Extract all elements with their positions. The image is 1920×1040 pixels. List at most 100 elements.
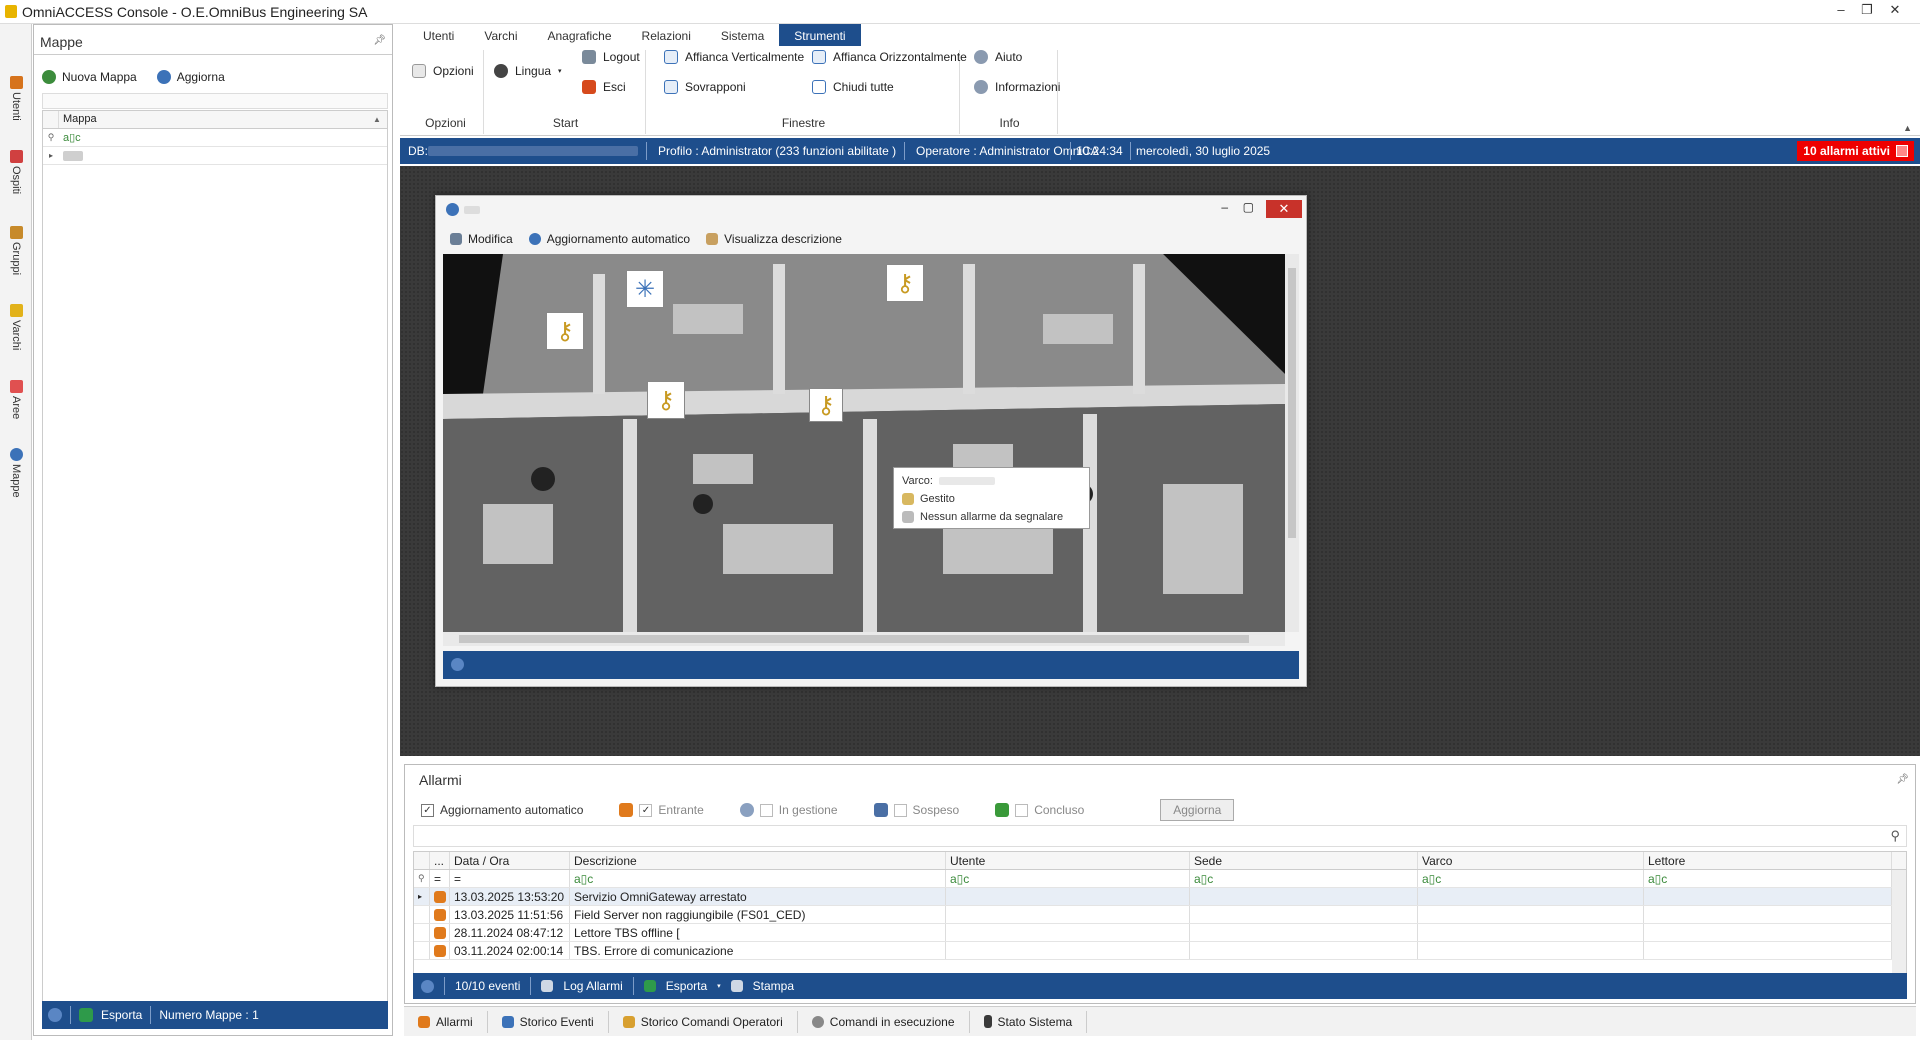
key-marker-icon[interactable]: ⚷: [647, 381, 685, 419]
window-title: OmniACCESS Console - O.E.OmniBus Enginee…: [22, 4, 368, 20]
opzioni-button[interactable]: Opzioni: [412, 64, 474, 78]
logout-button[interactable]: Logout: [582, 50, 640, 64]
filter-row: ⚲ a▯c: [43, 129, 387, 147]
tab-sistema[interactable]: Sistema: [706, 24, 779, 46]
sospeso-checkbox[interactable]: [893, 803, 907, 817]
auto-refresh-button[interactable]: Aggiornamento automatico: [528, 232, 690, 246]
expand-icon[interactable]: ▸: [43, 151, 59, 160]
print-button[interactable]: Stampa: [753, 979, 794, 993]
auto-update-checkbox[interactable]: ✓: [421, 803, 434, 817]
rail-label: Utenti: [10, 92, 22, 121]
tab-storico-comandi[interactable]: Storico Comandi Operatori: [609, 1010, 798, 1033]
floor-plan-view[interactable]: ✳ ⚷ ⚷ ⚷ ⚷: [443, 254, 1285, 632]
globe-icon: [9, 448, 23, 461]
tab-stato-sistema[interactable]: Stato Sistema: [970, 1010, 1088, 1033]
table-row[interactable]: ▸: [43, 147, 387, 165]
column-description[interactable]: Descrizione: [570, 852, 946, 869]
column-mappa[interactable]: Mappa: [59, 111, 373, 128]
rail-item-mappe[interactable]: Mappe: [4, 448, 28, 498]
in-gestione-checkbox[interactable]: [759, 803, 773, 817]
areas-icon: [9, 380, 23, 393]
sovrapponi-button[interactable]: Sovrapponi: [664, 80, 746, 94]
affianca-verticalmente-button[interactable]: Affianca Verticalmente: [664, 50, 804, 64]
aiuto-button[interactable]: Aiuto: [974, 50, 1022, 64]
group-label: Opzioni: [425, 116, 466, 130]
table-row[interactable]: 28.11.2024 08:47:12 Lettore TBS offline …: [414, 924, 1906, 942]
key-marker-icon[interactable]: ⚷: [546, 312, 584, 350]
restore-icon[interactable]: ❐: [1856, 2, 1878, 18]
tab-comandi-esecuzione[interactable]: Comandi in esecuzione: [798, 1010, 970, 1033]
esci-button[interactable]: Esci: [582, 80, 626, 94]
rail-item-varchi[interactable]: Varchi: [4, 304, 28, 350]
column-more[interactable]: ...: [430, 852, 450, 869]
filter-reader[interactable]: a▯c: [1644, 870, 1892, 887]
key-marker-icon[interactable]: ⚷: [886, 264, 924, 302]
tab-allarmi[interactable]: Allarmi: [404, 1010, 488, 1033]
export-button[interactable]: Esporta: [666, 979, 707, 993]
modifica-label: Modifica: [468, 232, 513, 246]
collapse-ribbon-icon[interactable]: ▲: [1903, 123, 1912, 133]
guests-icon: [9, 150, 23, 163]
filter-site[interactable]: a▯c: [1190, 870, 1418, 887]
rail-label: Varchi: [10, 320, 22, 351]
active-alarms-label: 10 allarmi attivi: [1803, 144, 1890, 158]
key-marker-icon[interactable]: ⚷: [809, 388, 843, 422]
minimize-icon[interactable]: ‒: [1830, 2, 1852, 17]
tab-relazioni[interactable]: Relazioni: [627, 24, 706, 46]
show-description-button[interactable]: Visualizza descrizione: [706, 232, 842, 246]
column-user[interactable]: Utente: [946, 852, 1190, 869]
filter-cell[interactable]: a▯c: [59, 131, 81, 144]
modifica-button[interactable]: Modifica: [450, 232, 513, 246]
filter-description[interactable]: a▯c: [570, 870, 946, 887]
chiudi-tutte-button[interactable]: Chiudi tutte: [812, 80, 894, 94]
incoming-icon: [619, 803, 634, 817]
reader-marker-icon[interactable]: ✳: [626, 270, 664, 308]
rail-item-ospiti[interactable]: Ospiti: [4, 150, 28, 194]
filter-more[interactable]: =: [430, 870, 450, 887]
informazioni-button[interactable]: Informazioni: [974, 80, 1060, 94]
affianca-orizzontalmente-button[interactable]: Affianca Orizzontalmente: [812, 50, 967, 64]
horizontal-scrollbar[interactable]: [443, 632, 1285, 646]
active-alarms-badge[interactable]: 10 allarmi attivi: [1797, 141, 1914, 161]
tab-varchi[interactable]: Varchi: [469, 24, 532, 46]
rail-item-gruppi[interactable]: Gruppi: [4, 226, 28, 275]
column-site[interactable]: Sede: [1190, 852, 1418, 869]
export-button[interactable]: Esporta: [101, 1008, 142, 1022]
filter-date[interactable]: =: [450, 870, 570, 887]
entrante-checkbox[interactable]: ✓: [639, 803, 653, 817]
pin-icon[interactable]: 📌︎: [1896, 774, 1909, 785]
pin-icon[interactable]: 📌︎: [373, 35, 386, 46]
window-name-blurred: [464, 206, 480, 214]
rail-item-utenti[interactable]: Utenti: [4, 76, 28, 121]
minimize-icon[interactable]: ‒: [1221, 200, 1228, 214]
log-alarms-button[interactable]: Log Allarmi: [563, 979, 622, 993]
vertical-scrollbar[interactable]: [1285, 254, 1299, 632]
tab-utenti[interactable]: Utenti: [408, 24, 469, 46]
column-gate[interactable]: Varco: [1418, 852, 1644, 869]
table-row[interactable]: ▸ 13.03.2025 13:53:20 Servizio OmniGatew…: [414, 888, 1906, 906]
tab-storico-eventi[interactable]: Storico Eventi: [488, 1010, 609, 1033]
column-date[interactable]: Data / Ora: [450, 852, 570, 869]
floor-plan-image: [443, 254, 1285, 632]
refresh-alarms-button[interactable]: Aggiorna: [1160, 799, 1235, 821]
lingua-button[interactable]: Lingua ▾: [494, 64, 562, 78]
search-icon[interactable]: ⚲: [1890, 828, 1900, 844]
tab-anagrafiche[interactable]: Anagrafiche: [532, 24, 626, 46]
rail-item-aree[interactable]: Aree: [4, 380, 28, 419]
table-row[interactable]: 03.11.2024 02:00:14 TBS. Errore di comun…: [414, 942, 1906, 960]
maximize-icon[interactable]: ▢: [1243, 200, 1254, 214]
column-reader[interactable]: Lettore: [1644, 852, 1892, 869]
filter-gate[interactable]: a▯c: [1418, 870, 1644, 887]
alarms-vertical-scrollbar[interactable]: [1892, 870, 1906, 978]
tab-strumenti[interactable]: Strumenti: [779, 24, 861, 46]
close-icon[interactable]: ✕: [1884, 2, 1906, 18]
filter-user[interactable]: a▯c: [946, 870, 1190, 887]
table-row[interactable]: 13.03.2025 11:51:56 Field Server non rag…: [414, 906, 1906, 924]
close-window-button[interactable]: ✕: [1266, 200, 1302, 218]
lock-icon: [902, 493, 914, 505]
tab-label: Storico Eventi: [519, 1014, 594, 1029]
alarm-flag-icon: [1896, 145, 1908, 157]
new-map-button[interactable]: Nuova Mappa: [42, 70, 137, 84]
concluso-checkbox[interactable]: [1015, 803, 1029, 817]
refresh-button[interactable]: Aggiorna: [156, 70, 225, 84]
